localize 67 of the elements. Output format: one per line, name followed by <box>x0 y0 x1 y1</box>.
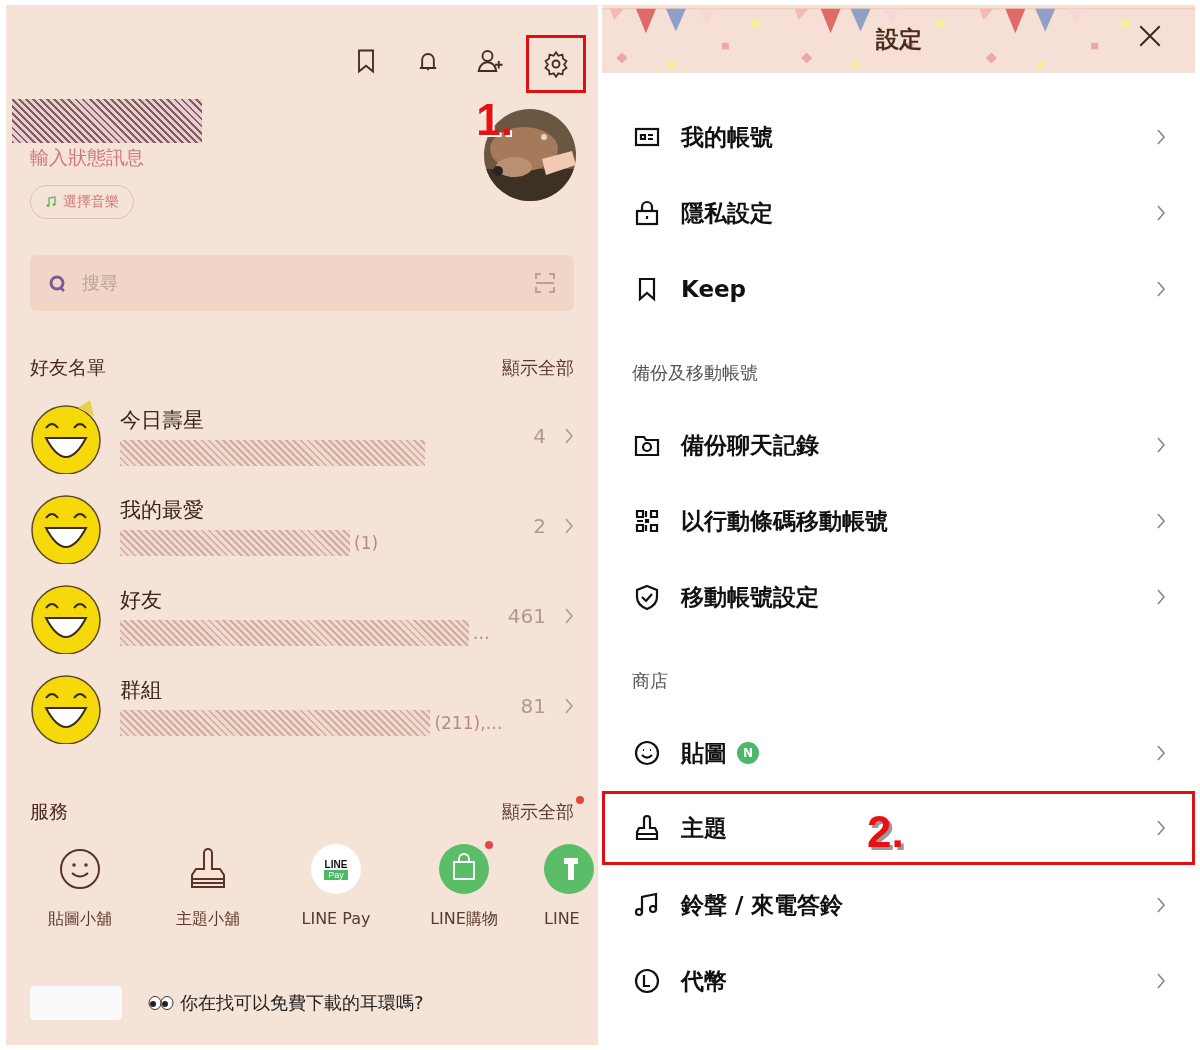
brush-icon <box>633 814 661 842</box>
app-icon <box>544 844 594 894</box>
step-label: 2. <box>867 810 904 854</box>
section-header: 商店 <box>631 669 669 693</box>
gear-icon <box>542 50 570 78</box>
settings-row[interactable]: 移動帳號設定 <box>602 559 1195 635</box>
chevron-icon <box>564 607 574 625</box>
chevron-icon <box>1156 128 1166 146</box>
coin-icon <box>633 967 661 995</box>
smiley-icon <box>633 739 661 767</box>
new-badge: N <box>737 742 759 764</box>
settings-row[interactable]: 鈴聲 / 來電答鈴 <box>602 867 1195 943</box>
count-text: 4 <box>533 424 546 448</box>
screen-title: 設定 <box>875 24 922 54</box>
friend-group-row[interactable]: 今日壽星 4 <box>30 391 574 481</box>
service-shortcut[interactable]: 主題小舖 <box>144 843 272 930</box>
friend-group-row[interactable]: 群組 (211),… 81 <box>30 661 574 751</box>
settings-row[interactable]: 隱私設定 <box>602 175 1195 251</box>
friend-group-row[interactable]: 好友 … 461 <box>30 571 574 661</box>
settings-row[interactable]: Keep <box>602 251 1195 327</box>
group-name: 好友 <box>120 587 163 614</box>
chevron-icon <box>1156 744 1166 762</box>
section-header: 備份及移動帳號 <box>631 361 759 385</box>
settings-row[interactable]: 貼圖 N <box>602 715 1195 791</box>
article-title[interactable]: 你在找可以免費下載的耳環嗎? <box>180 991 424 1015</box>
chevron-icon <box>1156 819 1166 837</box>
chevron-icon <box>1156 588 1166 606</box>
qr-icon <box>633 507 661 535</box>
settings-row[interactable]: 代幣 <box>602 943 1195 1019</box>
chevron-icon <box>564 427 574 445</box>
service-shortcut[interactable]: LINE <box>528 843 598 930</box>
chevron-icon <box>564 697 574 715</box>
count-text: 461 <box>507 604 546 628</box>
chevron-icon <box>564 517 574 535</box>
eyes-icon <box>148 996 174 1010</box>
chevron-icon <box>1156 512 1166 530</box>
chevron-icon <box>1156 204 1166 222</box>
service-shortcut[interactable]: 貼圖小舖 <box>16 843 144 930</box>
chevron-icon <box>1156 280 1166 298</box>
count-text: 81 <box>520 694 546 718</box>
music-note-icon <box>45 196 57 208</box>
shield-icon <box>633 583 661 611</box>
lock-icon <box>633 199 661 227</box>
chevron-icon <box>1156 436 1166 454</box>
count-text: 2 <box>533 514 546 538</box>
shopping-bag-icon <box>439 844 489 894</box>
preview-text: … <box>472 623 490 643</box>
show-all-link[interactable]: 顯示全部 <box>502 800 574 824</box>
section-title: 服務 <box>30 799 68 824</box>
chevron-icon <box>1156 972 1166 990</box>
smiley-icon <box>58 847 102 891</box>
group-name: 我的最愛 <box>120 497 205 524</box>
show-all-link[interactable]: 顯示全部 <box>502 356 574 380</box>
group-name: 群組 <box>120 677 163 704</box>
settings-row[interactable]: 我的帳號 <box>602 99 1195 175</box>
preview-text: (1) <box>354 533 379 553</box>
section-title: 好友名單 <box>30 355 106 380</box>
service-shortcut[interactable]: LINE購物 <box>400 843 528 930</box>
settings-row[interactable]: 主題 2. <box>602 791 1195 865</box>
chevron-icon <box>1156 896 1166 914</box>
service-shortcut[interactable]: LINE Pay LINE Pay <box>272 843 400 930</box>
preview-text: (211),… <box>434 713 503 733</box>
settings-row[interactable]: 以行動條碼移動帳號 <box>602 483 1195 559</box>
pay-logo: LINE Pay <box>311 844 361 894</box>
group-name: 今日壽星 <box>120 407 205 434</box>
friend-group-row[interactable]: 我的最愛 (1) 2 <box>30 481 574 571</box>
settings-row[interactable]: 備份聊天記錄 <box>602 407 1195 483</box>
